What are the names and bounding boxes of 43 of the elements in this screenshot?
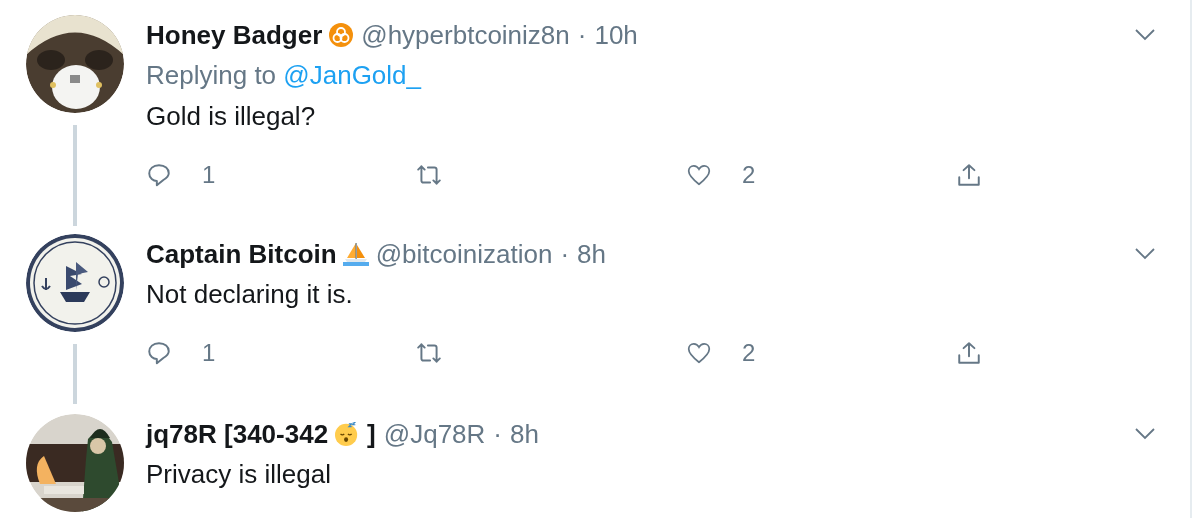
share-button[interactable] [956, 340, 982, 366]
tweet-text: Not declaring it is. [146, 278, 354, 311]
separator-dot: · [577, 19, 587, 51]
separator-dot: · [493, 418, 502, 450]
timestamp[interactable]: 8h [510, 418, 539, 450]
caret-icon[interactable] [1134, 247, 1156, 261]
user-name[interactable]: Honey Badger [146, 19, 323, 51]
share-button[interactable] [956, 162, 982, 188]
like-button[interactable] [686, 162, 712, 188]
tweet-text: Privacy is illegal [146, 458, 332, 491]
user-name[interactable]: Captain Bitcoin [146, 238, 337, 270]
replying-to-text: Replying to @JanGold_ [146, 59, 423, 92]
timestamp[interactable]: 8h [577, 238, 606, 270]
caret-icon[interactable] [1134, 28, 1156, 42]
user-handle[interactable]: @Jq78R [383, 418, 486, 450]
user-name[interactable]: jq78R [340-342 [146, 418, 329, 450]
reply-icon [146, 340, 172, 366]
sailboat-icon [342, 242, 369, 266]
user-name[interactable]: ] [367, 418, 376, 450]
heart-icon [686, 340, 712, 366]
user-handle[interactable]: @hyperbtcoiniz8n [361, 19, 570, 51]
biohazard-icon [328, 23, 355, 47]
caret-icon[interactable] [1134, 427, 1156, 441]
retweet-button[interactable] [416, 162, 442, 188]
retweet-icon [416, 340, 442, 366]
share-icon [956, 340, 982, 366]
action-count: 1 [202, 339, 216, 367]
like-button[interactable] [686, 340, 712, 366]
reply-button[interactable] [146, 162, 172, 188]
mention-link[interactable]: @JanGold_ [283, 60, 421, 90]
user-handle[interactable]: @bitcoinization [375, 238, 553, 270]
reply-button[interactable] [146, 340, 172, 366]
action-count: 2 [742, 339, 756, 367]
share-icon [956, 162, 982, 188]
action-count: 2 [742, 161, 756, 189]
separator-dot: · [560, 238, 570, 270]
timestamp[interactable]: 10h [594, 19, 638, 51]
action-count: 1 [202, 161, 216, 189]
reply-icon [146, 162, 172, 188]
tweet-text: Gold is illegal? [146, 100, 317, 133]
heart-icon [686, 162, 712, 188]
retweet-button[interactable] [416, 340, 442, 366]
retweet-icon [416, 162, 442, 188]
